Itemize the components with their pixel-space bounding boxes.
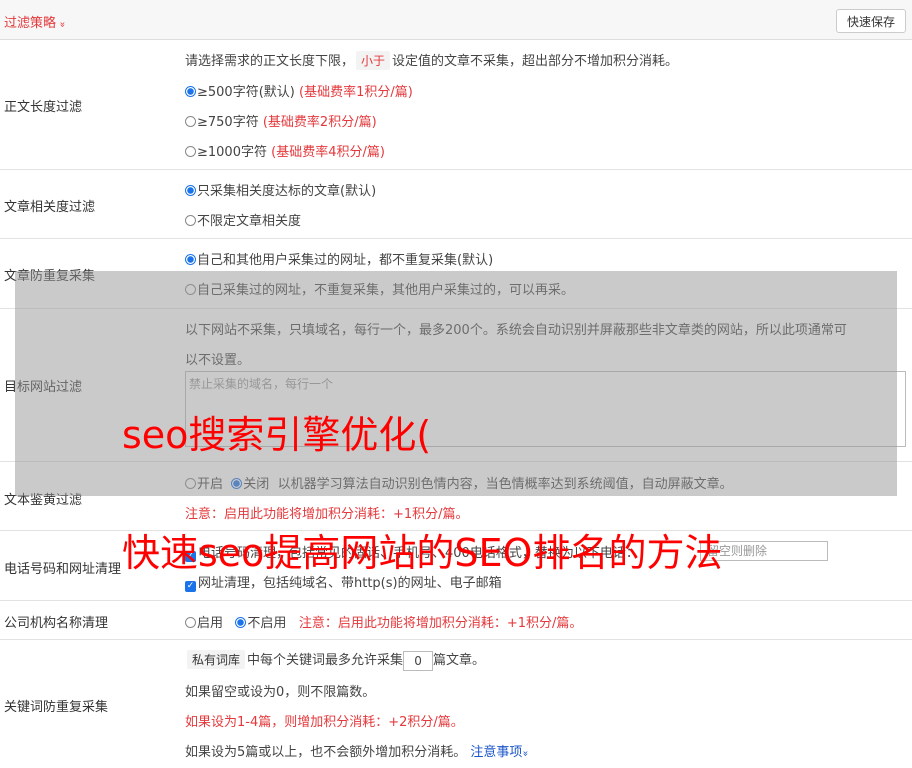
length-desc-after: 设定值的文章不采集，超出部分不增加积分消耗。 [392, 54, 679, 69]
length-option-750[interactable]: ≥750字符 (基础费率2积分/篇) [185, 111, 377, 130]
org-filter-row: 公司机构名称清理 启用 不启用 注意：启用此功能将增加积分消耗：+1积分/篇。 [0, 601, 912, 640]
keyword-filter-line3: 如果设为1-4篇，则增加积分消耗：+2积分/篇。 [185, 715, 464, 730]
length-option-text: ≥750字符 [197, 115, 259, 130]
org-filter-on-option[interactable]: 启用 [185, 616, 223, 631]
length-option-note: (基础费率4积分/篇) [271, 145, 385, 160]
length-filter-desc: 请选择需求的正文长度下限， 小于 设定值的文章不采集，超出部分不增加积分消耗。 [185, 50, 678, 70]
duplicate-option-text: 自己和其他用户采集过的网址，都不重复采集(默认) [197, 253, 494, 268]
radio-button[interactable] [185, 116, 196, 127]
length-option-text: ≥1000字符 [197, 145, 267, 160]
radio-button[interactable] [185, 146, 196, 157]
length-desc-before: 请选择需求的正文长度下限， [185, 54, 355, 69]
watermark-line2: 快速seo提高网站的SEO排名的方法 [122, 531, 723, 575]
filter-header: 过滤策略» 快速保存 [0, 0, 912, 40]
radio-button[interactable] [185, 254, 196, 265]
gray-overlay [15, 271, 897, 496]
chevron-down-icon: » [520, 750, 531, 757]
keyword-filter-line2: 如果留空或设为0，则不限篇数。 [185, 685, 376, 700]
org-off-label: 不启用 [247, 616, 287, 631]
length-option-500[interactable]: ≥500字符(默认) (基础费率1积分/篇) [185, 81, 413, 100]
relevance-option-text: 只采集相关度达标的文章(默认) [197, 184, 377, 199]
radio-button[interactable] [185, 617, 196, 628]
relevance-filter-label: 文章相关度过滤 [4, 200, 96, 215]
relevance-option-any[interactable]: 不限定文章相关度 [185, 210, 301, 229]
filter-strategy-title: 过滤策略 [4, 16, 57, 31]
org-filter-options: 启用 不启用 注意：启用此功能将增加积分消耗：+1积分/篇。 [185, 612, 582, 631]
keyword-filter-line4: 如果设为5篇或以上，也不会额外增加积分消耗。 注意事项» [185, 741, 531, 760]
length-filter-row: 正文长度过滤 请选择需求的正文长度下限， 小于 设定值的文章不采集，超出部分不增加积… [0, 40, 912, 170]
private-lexicon-tag[interactable]: 私有词库 [187, 650, 246, 669]
quick-save-button[interactable]: 快速保存 [836, 9, 906, 33]
keyword-filter-label: 关键词防重复采集 [4, 700, 109, 715]
relevance-option-text: 不限定文章相关度 [197, 214, 302, 229]
org-filter-notice: 注意：启用此功能将增加积分消耗：+1积分/篇。 [298, 616, 583, 631]
length-option-1000[interactable]: ≥1000字符 (基础费率4积分/篇) [185, 141, 385, 160]
radio-button[interactable] [185, 215, 196, 226]
org-on-label: 启用 [197, 616, 224, 631]
url-clean-text: 网址清理，包括纯域名、带http(s)的网址、电子邮箱 [198, 576, 502, 591]
keyword-line1-mid: 中每个关键词最多允许采集 [247, 653, 404, 668]
length-option-note: (基础费率1积分/篇) [299, 85, 413, 100]
relevance-option-required[interactable]: 只采集相关度达标的文章(默认) [185, 180, 376, 199]
filter-strategy-toggle[interactable]: 过滤策略» [4, 12, 68, 31]
keyword-filter-line1: 私有词库 中每个关键词最多允许采集 0 篇文章。 [185, 649, 485, 671]
keyword-filter-row: 关键词防重复采集 私有词库 中每个关键词最多允许采集 0 篇文章。 如果留空或设为0，… [0, 640, 912, 768]
notes-link-text: 注意事项 [470, 745, 523, 760]
max-articles-input[interactable]: 0 [403, 650, 434, 671]
watermark-line1: seo搜索引擎优化( [122, 413, 432, 457]
less-than-tag: 小于 [356, 51, 391, 70]
porn-filter-notice: 注意：启用此功能将增加积分消耗：+1积分/篇。 [185, 507, 469, 522]
keyword-line4-text: 如果设为5篇或以上，也不会额外增加积分消耗。 [185, 745, 467, 760]
duplicate-option-all[interactable]: 自己和其他用户采集过的网址，都不重复采集(默认) [185, 249, 493, 268]
phone-filter-label: 电话号码和网址清理 [4, 562, 122, 577]
length-filter-label: 正文长度过滤 [4, 100, 83, 115]
chevron-down-icon: » [56, 21, 68, 28]
relevance-filter-row: 文章相关度过滤 只采集相关度达标的文章(默认) 不限定文章相关度 [0, 170, 912, 239]
radio-button[interactable] [185, 185, 196, 196]
keyword-line1-end: 篇文章。 [433, 653, 486, 668]
length-option-note: (基础费率2积分/篇) [262, 115, 377, 130]
radio-button[interactable] [185, 86, 196, 97]
checkbox-checked[interactable]: ✓ [185, 581, 196, 592]
org-filter-label: 公司机构名称清理 [4, 616, 109, 631]
length-option-text: ≥500字符(默认) [197, 85, 295, 100]
notes-link[interactable]: 注意事项» [470, 745, 531, 760]
radio-button[interactable] [235, 617, 247, 628]
org-filter-off-option[interactable]: 不启用 [235, 616, 286, 631]
